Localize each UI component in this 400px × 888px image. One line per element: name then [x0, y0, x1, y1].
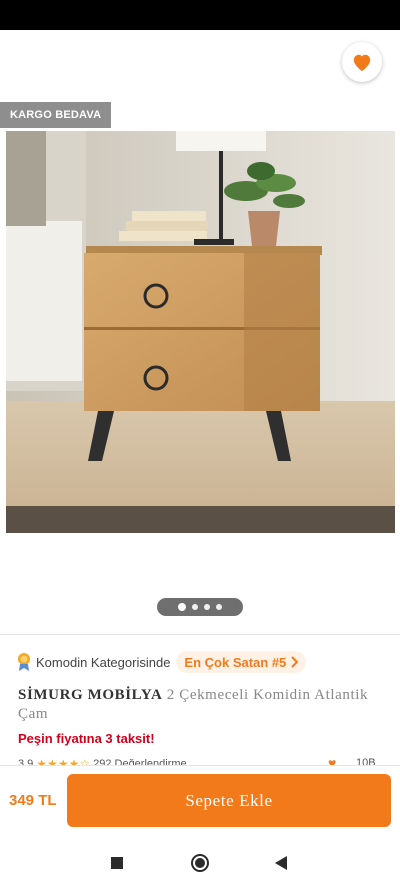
brand-name[interactable]: SİMURG MOBİLYA [18, 687, 162, 703]
bestseller-badge[interactable]: En Çok Satan #5 [176, 651, 307, 673]
divider [0, 634, 400, 635]
product-title: SİMURG MOBİLYA 2 Çekmeceli Komidin Atlan… [18, 686, 388, 724]
pager-dot[interactable] [192, 604, 198, 610]
chevron-right-icon [291, 656, 299, 668]
add-to-cart-button[interactable]: Sepete Ekle [67, 774, 391, 827]
category-text: Komodin Kategorisinde [36, 654, 171, 670]
gallery-pager[interactable] [157, 598, 243, 616]
pager-dot[interactable] [204, 604, 210, 610]
share-icon [294, 53, 312, 73]
back-button[interactable] [14, 46, 48, 80]
installment-text: Peşin fiyatına 3 taksit! [18, 731, 155, 746]
circle-icon [191, 854, 209, 872]
product-photo[interactable] [6, 131, 395, 533]
status-bar [0, 0, 400, 30]
bottom-bar: 349 TL Sepete Ekle [0, 765, 400, 837]
top-bar [0, 30, 400, 92]
category-row: Komodin Kategorisinde En Çok Satan #5 [16, 651, 307, 673]
nightstand-photo [6, 131, 395, 533]
back-nav-button[interactable] [268, 850, 294, 876]
price: 349 TL [9, 792, 57, 809]
bestseller-label: En Çok Satan #5 [184, 654, 287, 670]
favorite-button[interactable] [342, 42, 382, 82]
share-button[interactable] [286, 46, 320, 80]
triangle-back-icon [275, 856, 287, 870]
home-button[interactable] [187, 850, 213, 876]
heart-icon [353, 54, 371, 72]
arrow-left-icon [22, 55, 40, 71]
medal-icon [18, 653, 30, 671]
pager-dot[interactable] [216, 604, 222, 610]
pager-dot[interactable] [178, 603, 186, 611]
recents-button[interactable] [104, 850, 130, 876]
system-nav-bar [0, 838, 400, 888]
square-icon [111, 857, 123, 869]
free-shipping-badge: KARGO BEDAVA [0, 102, 112, 128]
